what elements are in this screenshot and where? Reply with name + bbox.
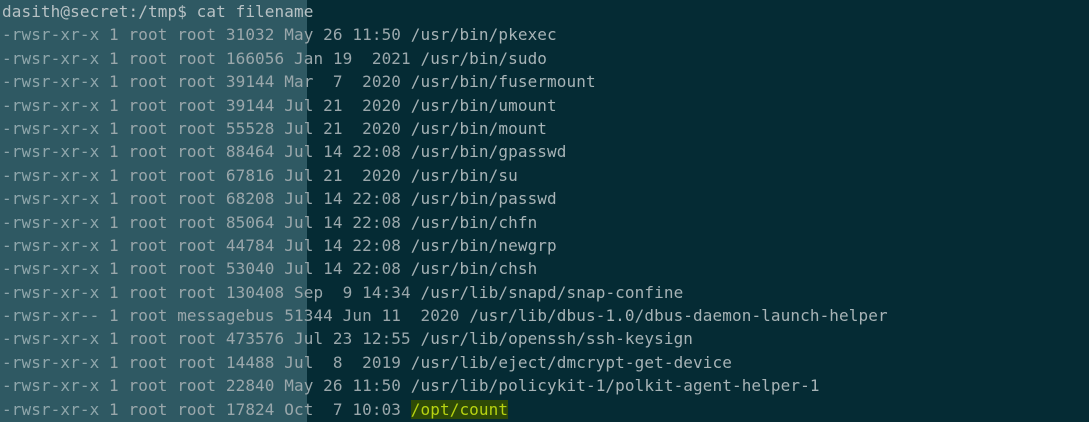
file-permissions: -rwsr-xr-x [2, 282, 100, 302]
file-permissions: -rwsr-xr-x [2, 95, 100, 115]
file-path: /usr/bin/umount [410, 95, 557, 115]
file-path: /usr/bin/mount [410, 118, 548, 138]
file-permissions: -rwsr-xr-x [2, 189, 100, 209]
file-path: /usr/lib/policykit-1/polkit-agent-helper… [410, 376, 820, 396]
file-permissions: -rwsr-xr-x [2, 118, 100, 138]
file-permissions: -rwsr-xr-- [2, 306, 100, 326]
file-details: 1 root root 55528 Jul 21 2020 [99, 118, 411, 138]
file-details: 1 root root 88464 Jul 14 22:08 [99, 142, 411, 162]
file-row: -rwsr-xr-x 1 root root 17824 Oct 7 10:03… [2, 398, 1089, 421]
file-permissions: -rwsr-xr-x [2, 25, 100, 45]
file-path: /usr/bin/newgrp [410, 235, 557, 255]
file-permissions: -rwsr-xr-x [2, 352, 100, 372]
file-path: /usr/lib/snapd/snap-confine [420, 282, 684, 302]
file-path: /usr/bin/fusermount [410, 72, 596, 92]
file-row: -rwsr-xr-x 1 root root 55528 Jul 21 2020… [2, 117, 1089, 140]
file-permissions: -rwsr-xr-x [2, 212, 100, 232]
file-path: /usr/bin/passwd [410, 189, 557, 209]
file-permissions: -rwsr-xr-x [2, 259, 100, 279]
file-details: 1 root root 44784 Jul 14 22:08 [99, 235, 411, 255]
file-path: /usr/bin/su [410, 165, 518, 185]
file-details: 1 root root 39144 Jul 21 2020 [99, 95, 411, 115]
file-permissions: -rwsr-xr-x [2, 165, 100, 185]
file-row: -rwsr-xr-x 1 root root 22840 May 26 11:5… [2, 374, 1089, 397]
file-path: /usr/lib/eject/dmcrypt-get-device [410, 352, 732, 372]
file-row: -rwsr-xr-x 1 root root 39144 Mar 7 2020 … [2, 70, 1089, 93]
file-details: 1 root root 166056 Jan 19 2021 [99, 48, 421, 68]
file-details: 1 root root 130408 Sep 9 14:34 [99, 282, 421, 302]
file-details: 1 root root 14488 Jul 8 2019 [99, 352, 411, 372]
file-permissions: -rwsr-xr-x [2, 142, 100, 162]
file-details: 1 root root 39144 Mar 7 2020 [99, 72, 411, 92]
file-row: -rwsr-xr-x 1 root root 88464 Jul 14 22:0… [2, 140, 1089, 163]
file-permissions: -rwsr-xr-x [2, 376, 100, 396]
file-row: -rwsr-xr-x 1 root root 44784 Jul 14 22:0… [2, 234, 1089, 257]
file-permissions: -rwsr-xr-x [2, 399, 100, 419]
highlighted-file-path: /opt/count [410, 399, 509, 419]
file-path: /usr/bin/chfn [410, 212, 538, 232]
terminal-output: dasith@secret:/tmp$ cat filename -rwsr-x… [2, 0, 1089, 421]
file-row: -rwsr-xr-- 1 root messagebus 51344 Jun 1… [2, 304, 1089, 327]
file-permissions: -rwsr-xr-x [2, 48, 100, 68]
file-row: -rwsr-xr-x 1 root root 473576 Jul 23 12:… [2, 327, 1089, 350]
file-path: /usr/lib/openssh/ssh-keysign [420, 329, 694, 349]
file-details: 1 root root 473576 Jul 23 12:55 [99, 329, 421, 349]
file-row: -rwsr-xr-x 1 root root 14488 Jul 8 2019 … [2, 351, 1089, 374]
file-permissions: -rwsr-xr-x [2, 235, 100, 255]
file-details: 1 root root 85064 Jul 14 22:08 [99, 212, 411, 232]
file-row: -rwsr-xr-x 1 root root 166056 Jan 19 202… [2, 47, 1089, 70]
file-details: 1 root messagebus 51344 Jun 11 2020 [99, 306, 470, 326]
file-permissions: -rwsr-xr-x [2, 72, 100, 92]
file-path: /usr/lib/dbus-1.0/dbus-daemon-launch-hel… [469, 306, 888, 326]
file-details: 1 root root 53040 Jul 14 22:08 [99, 259, 411, 279]
file-details: 1 root root 67816 Jul 21 2020 [99, 165, 411, 185]
command-prompt: dasith@secret:/tmp$ cat filename [2, 2, 314, 21]
file-details: 1 root root 31032 May 26 11:50 [99, 25, 411, 45]
file-row: -rwsr-xr-x 1 root root 67816 Jul 21 2020… [2, 164, 1089, 187]
file-row: -rwsr-xr-x 1 root root 130408 Sep 9 14:3… [2, 281, 1089, 304]
file-row: -rwsr-xr-x 1 root root 85064 Jul 14 22:0… [2, 211, 1089, 234]
file-path: /usr/bin/sudo [420, 48, 548, 68]
file-details: 1 root root 17824 Oct 7 10:03 [99, 399, 411, 419]
file-row: -rwsr-xr-x 1 root root 39144 Jul 21 2020… [2, 94, 1089, 117]
file-list: -rwsr-xr-x 1 root root 31032 May 26 11:5… [2, 23, 1089, 421]
file-path: /usr/bin/chsh [410, 259, 538, 279]
file-details: 1 root root 22840 May 26 11:50 [99, 376, 411, 396]
file-path: /usr/bin/pkexec [410, 25, 557, 45]
terminal-window[interactable]: dasith@secret:/tmp$ cat filename -rwsr-x… [0, 0, 1089, 422]
file-row: -rwsr-xr-x 1 root root 53040 Jul 14 22:0… [2, 257, 1089, 280]
file-path: /usr/bin/gpasswd [410, 142, 567, 162]
file-row: -rwsr-xr-x 1 root root 31032 May 26 11:5… [2, 23, 1089, 46]
file-row: -rwsr-xr-x 1 root root 68208 Jul 14 22:0… [2, 187, 1089, 210]
file-permissions: -rwsr-xr-x [2, 329, 100, 349]
file-details: 1 root root 68208 Jul 14 22:08 [99, 189, 411, 209]
